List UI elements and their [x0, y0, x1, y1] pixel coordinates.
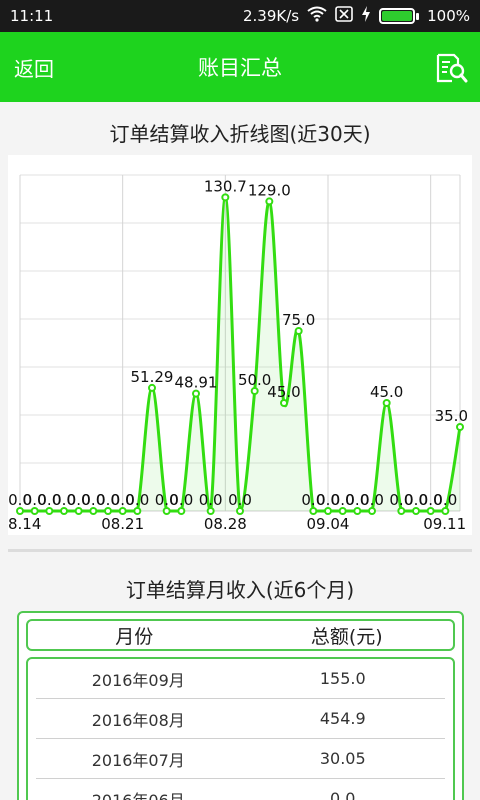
data-label: 0.0	[169, 491, 193, 509]
total-cell: 0.0	[330, 789, 356, 800]
data-label: 129.0	[248, 181, 291, 199]
line-chart: 0.00.00.00.00.00.00.00.00.051.290.00.048…	[8, 174, 468, 533]
data-label: 75.0	[282, 311, 315, 329]
data-label: 45.0	[267, 383, 300, 401]
battery-percent: 100%	[427, 7, 470, 25]
back-button[interactable]: 返回	[14, 53, 54, 82]
status-bar: 11:11 2.39K/s 100%	[0, 0, 480, 32]
series-line	[20, 195, 462, 513]
section-divider	[8, 549, 472, 552]
month-cell: 2016年07月	[91, 750, 185, 770]
network-speed: 2.39K/s	[243, 7, 300, 25]
battery-icon	[379, 8, 420, 24]
table-row: 2016年06月 0.0	[36, 779, 445, 800]
x-tick-label: 8.14	[8, 515, 41, 533]
total-cell: 155.0	[319, 669, 366, 688]
data-label: 130.7	[204, 177, 247, 195]
table-header: 月份 总额(元)	[26, 619, 455, 651]
chart-title: 订单结算收入折线图(近30天)	[109, 122, 371, 146]
data-label: 45.0	[370, 383, 403, 401]
data-label: 51.29	[131, 368, 174, 386]
column-header-month: 月份	[115, 625, 154, 648]
status-time: 11:11	[10, 7, 54, 25]
search-document-icon[interactable]	[434, 52, 468, 84]
data-label: 35.0	[435, 407, 468, 425]
sim-disabled-icon	[335, 6, 353, 26]
total-cell: 30.05	[319, 749, 366, 768]
x-tick-label: 09.11	[423, 515, 466, 533]
month-cell: 2016年06月	[91, 790, 185, 800]
x-tick-label: 09.04	[307, 515, 350, 533]
total-cell: 454.9	[319, 709, 366, 728]
x-tick-label: 08.21	[101, 515, 144, 533]
page-title: 账目汇总	[198, 56, 282, 80]
monthly-income-table: 月份 总额(元) 2016年09月 155.0 2016年08月 454.9 2…	[17, 611, 464, 800]
x-tick-label: 08.28	[204, 515, 247, 533]
data-label: 0.0	[125, 491, 149, 509]
app-bar: 返回 账目汇总	[0, 32, 480, 102]
monthly-table-title: 订单结算月收入(近6个月)	[125, 578, 355, 602]
table-row: 2016年08月 454.9	[36, 699, 445, 739]
daily-income-chart: 0.0 0.0 0.0 0.0 0.0 0.0 0.0 0.0 0.0 51.29 0.0 0.0 48…	[8, 155, 472, 535]
charging-icon	[361, 6, 371, 26]
table-row: 2016年07月 30.05	[36, 739, 445, 779]
data-label: 0.0	[360, 491, 384, 509]
month-cell: 2016年09月	[91, 670, 185, 690]
column-header-total: 总额(元)	[310, 625, 383, 648]
table-row: 2016年09月 155.0	[36, 659, 445, 699]
data-label: 48.91	[175, 374, 218, 392]
table-body[interactable]: 2016年09月 155.0 2016年08月 454.9 2016年07月 3…	[26, 657, 455, 800]
data-label: 0.0	[433, 491, 457, 509]
data-label: 0.0	[228, 491, 252, 509]
data-label: 0.0	[199, 491, 223, 509]
wifi-icon	[307, 6, 327, 26]
month-cell: 2016年08月	[91, 710, 185, 730]
